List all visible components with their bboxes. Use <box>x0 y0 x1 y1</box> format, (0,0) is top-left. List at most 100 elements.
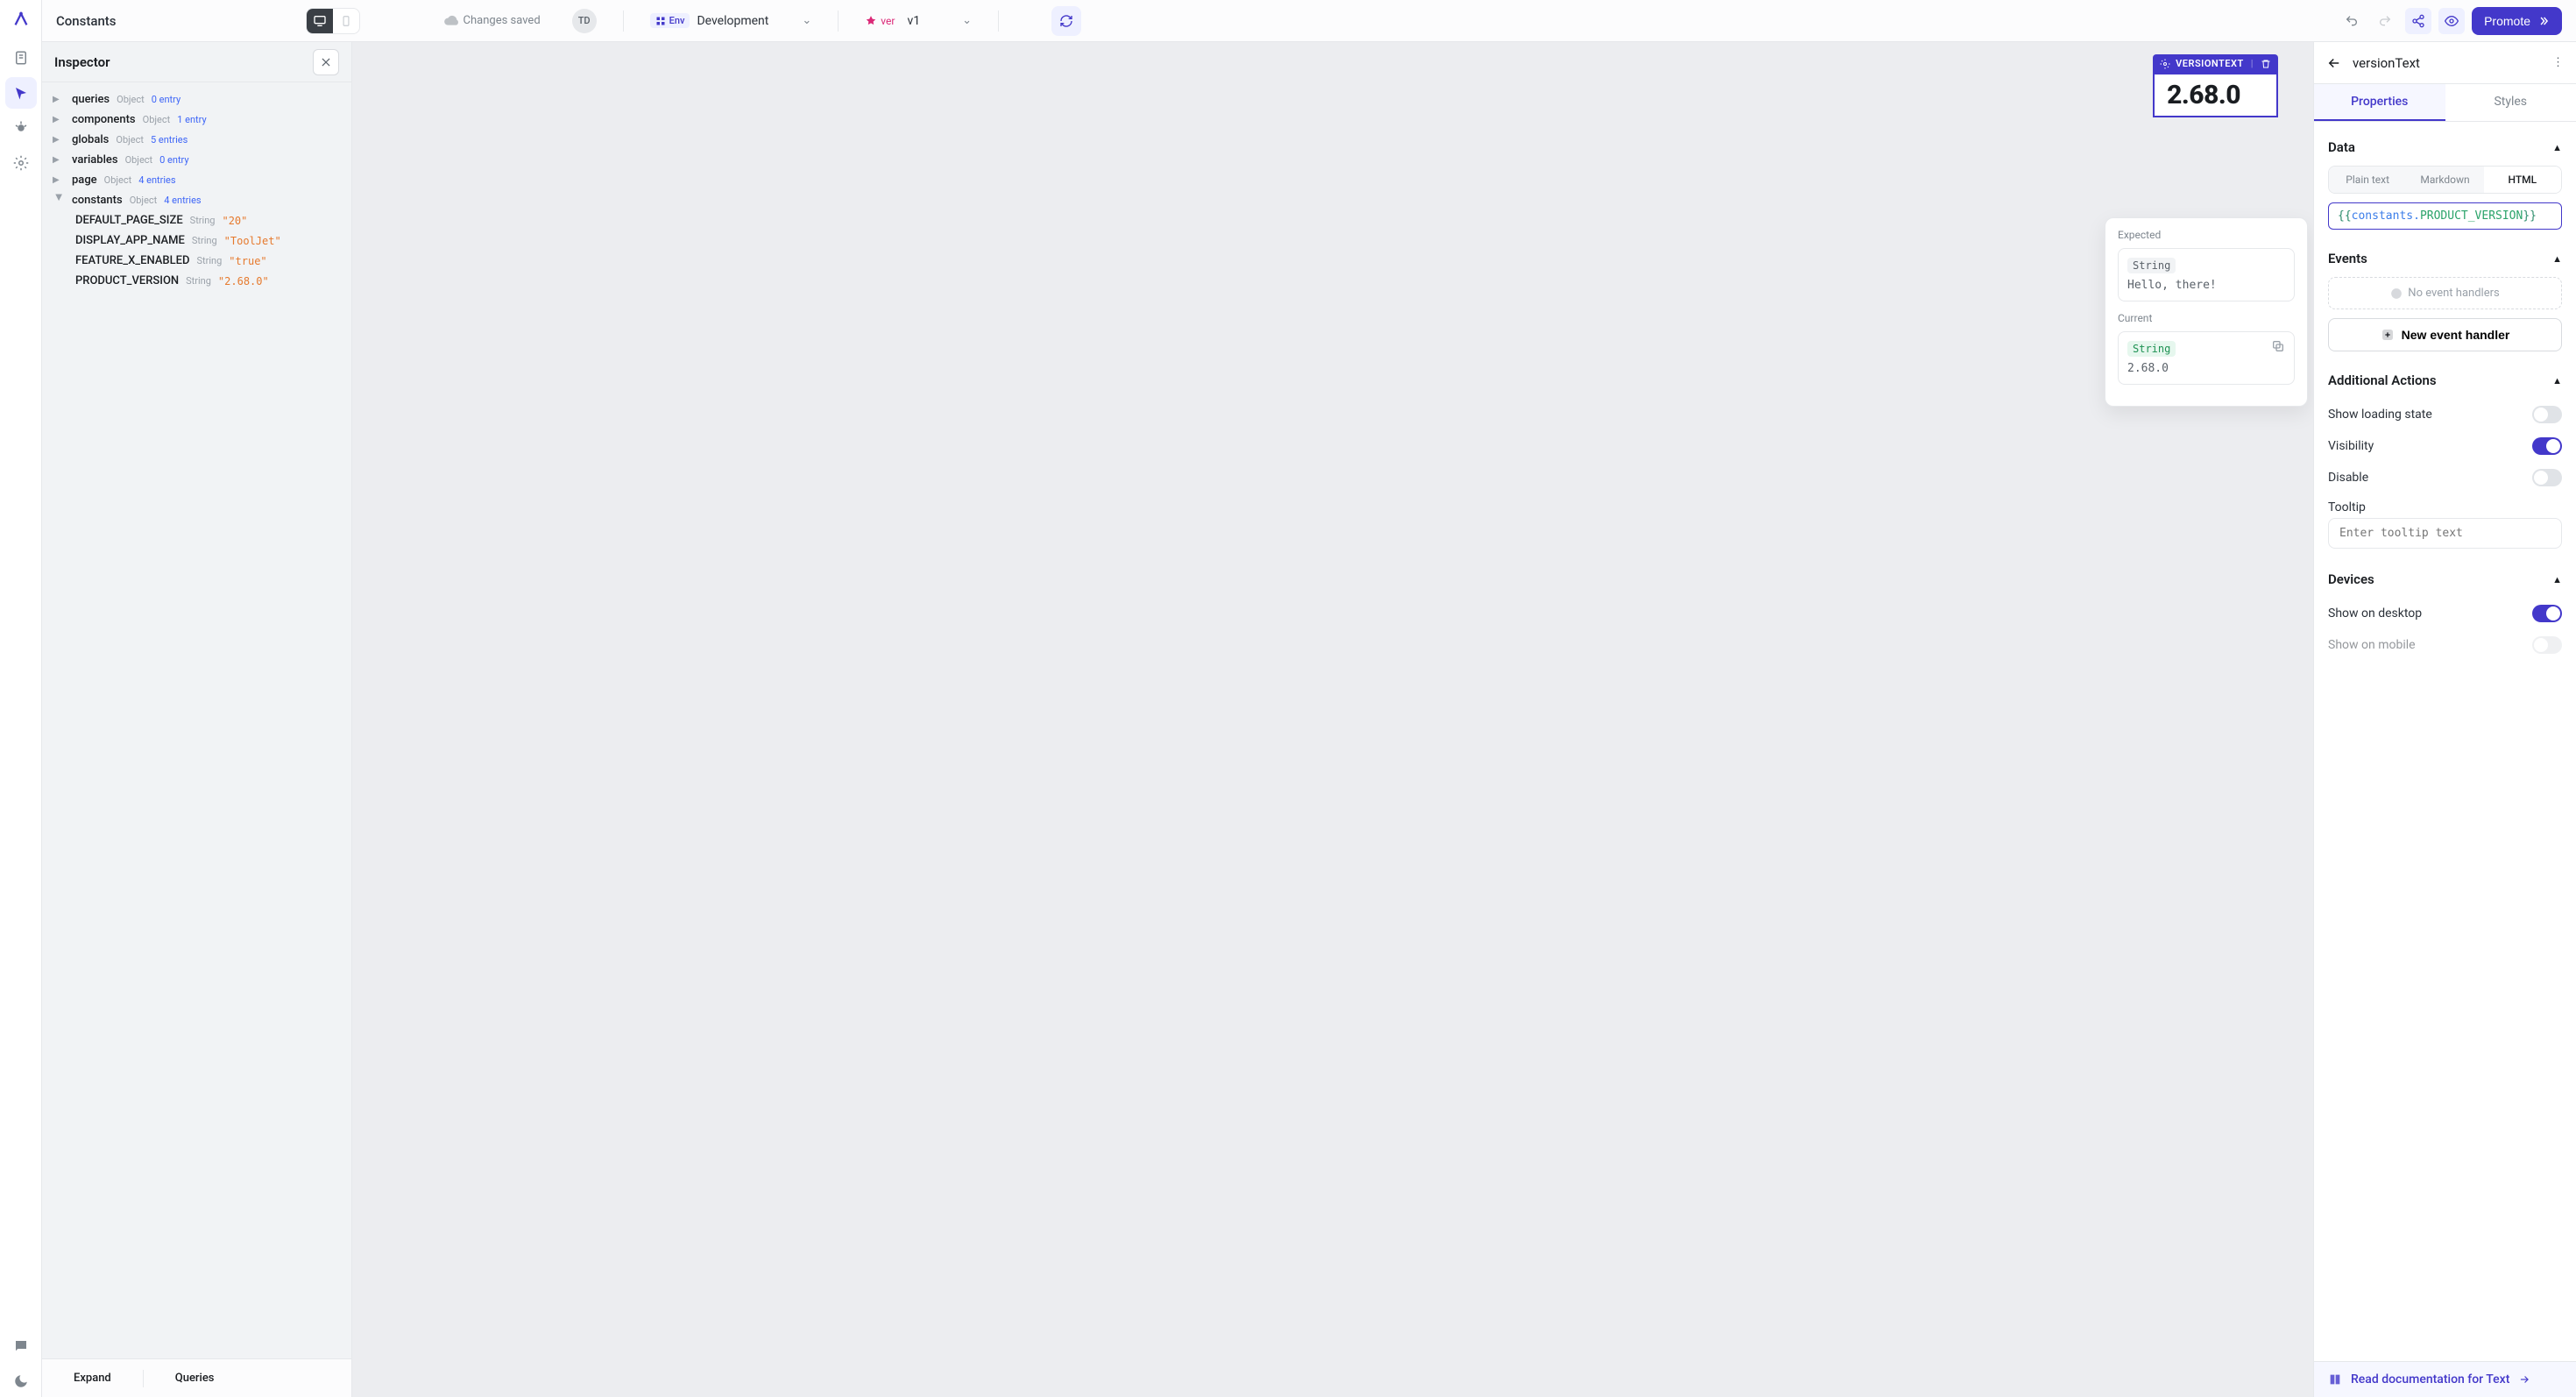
undo-button[interactable] <box>2339 8 2365 34</box>
component-name-label: VERSIONTEXT <box>2176 58 2244 69</box>
canvas[interactable]: VERSIONTEXT | 2.68.0 Expected String Hel… <box>352 42 2313 1397</box>
row-show-mobile: Show on mobile <box>2328 629 2562 654</box>
version-selector[interactable]: ver v1 ⌄ <box>865 14 972 28</box>
tree-leaf[interactable]: DISPLAY_APP_NAME String "ToolJet" <box>74 230 343 251</box>
tree-node-variables[interactable]: ▶ variables Object 0 entry <box>51 150 343 170</box>
row-show-desktop: Show on desktop <box>2328 598 2562 629</box>
user-avatar[interactable]: TD <box>572 9 597 33</box>
inspector-panel: Inspector ▶ queries Object 0 entry ▶ com… <box>42 42 352 1397</box>
tree-leaf[interactable]: FEATURE_X_ENABLED String "true" <box>74 251 343 271</box>
left-nav-rail <box>0 0 42 1397</box>
pages-icon[interactable] <box>5 42 37 74</box>
more-menu-icon[interactable]: ⋮ <box>2552 56 2564 69</box>
expected-value: Hello, there! <box>2127 279 2285 292</box>
row-visibility: Visibility <box>2328 430 2562 462</box>
page-title: Constants <box>56 13 117 29</box>
no-event-handlers: No event handlers <box>2328 277 2562 309</box>
chevron-up-icon: ▲ <box>2552 375 2562 386</box>
tree-node-page[interactable]: ▶ page Object 4 entries <box>51 170 343 190</box>
preview-button[interactable] <box>2438 8 2465 34</box>
share-button[interactable] <box>2405 8 2431 34</box>
selected-component[interactable]: VERSIONTEXT | 2.68.0 <box>2153 54 2278 117</box>
new-event-handler-button[interactable]: New event handler <box>2328 318 2562 351</box>
tree-node-queries[interactable]: ▶ queries Object 0 entry <box>51 89 343 110</box>
row-disable: Disable <box>2328 462 2562 493</box>
save-status: Changes saved <box>444 14 541 28</box>
tab-styles[interactable]: Styles <box>2445 84 2576 121</box>
chevron-right-icon: ▶ <box>53 135 65 145</box>
top-bar: Constants Changes saved TD Env <box>42 0 2576 42</box>
environment-name: Development <box>697 14 768 28</box>
visibility-toggle[interactable] <box>2532 437 2562 455</box>
documentation-link[interactable]: Read documentation for Text <box>2314 1361 2576 1397</box>
text-format-segmented: Plain text Markdown HTML <box>2328 166 2562 194</box>
tree-node-globals[interactable]: ▶ globals Object 5 entries <box>51 130 343 150</box>
tree-leaf[interactable]: PRODUCT_VERSION String "2.68.0" <box>74 271 343 291</box>
format-markdown[interactable]: Markdown <box>2406 167 2483 193</box>
trash-icon[interactable] <box>2261 59 2271 69</box>
value-preview-popup: Expected String Hello, there! Current St… <box>2105 217 2308 407</box>
chevron-down-icon: ⌄ <box>802 14 811 27</box>
component-rendered-value: 2.68.0 <box>2153 73 2278 117</box>
back-button[interactable] <box>2326 55 2342 71</box>
expected-box: String Hello, there! <box>2118 248 2295 301</box>
gear-icon <box>2160 59 2170 69</box>
copy-icon[interactable] <box>2271 339 2287 355</box>
format-plain[interactable]: Plain text <box>2329 167 2406 193</box>
settings-icon[interactable] <box>5 147 37 179</box>
chevron-right-icon: ▶ <box>53 155 65 165</box>
chevron-right-icon: ▶ <box>53 175 65 185</box>
tree-leaf[interactable]: DEFAULT_PAGE_SIZE String "20" <box>74 210 343 230</box>
theme-icon[interactable] <box>5 1365 37 1397</box>
chevron-down-icon: ⌄ <box>962 14 972 27</box>
current-value: 2.68.0 <box>2127 362 2285 375</box>
desktop-view-button[interactable] <box>307 9 333 33</box>
env-badge-icon: Env <box>650 13 690 28</box>
tree-node-constants[interactable]: ▶ constants Object 4 entries <box>51 190 343 210</box>
tree-node-components[interactable]: ▶ components Object 1 entry <box>51 110 343 130</box>
environment-selector[interactable]: Env Development ⌄ <box>650 13 812 28</box>
debug-icon[interactable] <box>5 112 37 144</box>
arrow-right-icon <box>2518 1373 2530 1386</box>
refresh-button[interactable] <box>1051 6 1081 36</box>
chevron-up-icon: ▲ <box>2552 253 2562 265</box>
app-logo[interactable] <box>9 7 33 32</box>
show-desktop-toggle[interactable] <box>2532 605 2562 622</box>
data-expression-input[interactable]: {{constants.PRODUCT_VERSION}} <box>2328 202 2562 230</box>
current-box: String 2.68.0 <box>2118 331 2295 385</box>
version-name: v1 <box>907 14 920 28</box>
plus-icon <box>2381 328 2395 342</box>
expected-label: Expected <box>2118 229 2295 241</box>
tooltip-input[interactable] <box>2328 518 2562 549</box>
disable-toggle[interactable] <box>2532 469 2562 486</box>
inspector-footer: Expand Queries <box>42 1358 351 1397</box>
section-devices[interactable]: Devices▲ <box>2328 571 2562 587</box>
version-badge-icon: ver <box>865 15 895 27</box>
current-label: Current <box>2118 312 2295 324</box>
inspector-close-button[interactable] <box>313 49 339 75</box>
book-icon <box>2328 1372 2342 1386</box>
chat-icon[interactable] <box>5 1330 37 1362</box>
row-loading: Show loading state <box>2328 399 2562 430</box>
chevron-up-icon: ▲ <box>2552 574 2562 585</box>
loading-toggle[interactable] <box>2532 406 2562 423</box>
expand-button[interactable]: Expand <box>42 1372 143 1385</box>
mobile-view-button[interactable] <box>333 9 359 33</box>
tab-properties[interactable]: Properties <box>2314 84 2445 121</box>
section-events[interactable]: Events▲ <box>2328 251 2562 266</box>
queries-button[interactable]: Queries <box>144 1372 246 1385</box>
row-tooltip-label: Tooltip <box>2328 493 2562 514</box>
chevron-right-icon: ▶ <box>53 95 65 104</box>
properties-panel: versionText ⋮ Properties Styles Data▲ Pl… <box>2313 42 2576 1397</box>
info-icon <box>2390 287 2403 300</box>
show-mobile-toggle[interactable] <box>2532 636 2562 654</box>
chevron-down-icon: ▶ <box>54 195 64 207</box>
promote-button[interactable]: Promote <box>2472 7 2562 35</box>
section-additional[interactable]: Additional Actions▲ <box>2328 372 2562 388</box>
redo-button[interactable] <box>2372 8 2398 34</box>
inspector-title: Inspector <box>54 54 110 70</box>
props-tabs: Properties Styles <box>2314 84 2576 122</box>
format-html[interactable]: HTML <box>2484 167 2561 193</box>
section-data[interactable]: Data▲ <box>2328 139 2562 155</box>
cursor-icon[interactable] <box>5 77 37 109</box>
